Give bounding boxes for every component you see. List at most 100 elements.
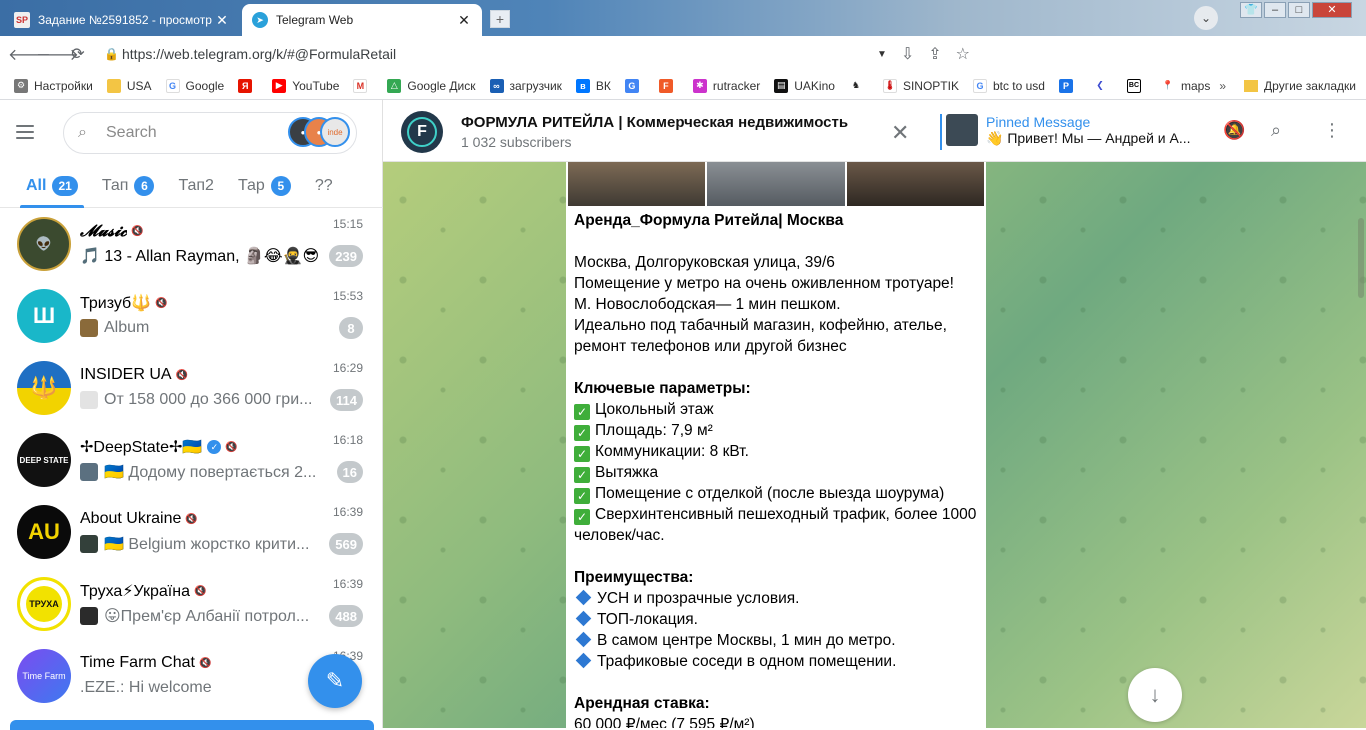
bookmark-usa[interactable]: USA bbox=[106, 78, 152, 93]
new-message-button[interactable]: ✎ bbox=[308, 654, 362, 708]
chat-name: About Ukraine bbox=[80, 510, 182, 527]
gmail-icon: M bbox=[353, 78, 368, 93]
dropdown-icon[interactable]: ▼ bbox=[877, 49, 887, 60]
bookmark-chess[interactable]: ♞ bbox=[848, 78, 869, 93]
mute-bell-icon[interactable]: 🔕 bbox=[1223, 120, 1245, 141]
bookmark-google[interactable]: G Google bbox=[165, 78, 224, 93]
new-tab-button[interactable]: + bbox=[490, 10, 510, 28]
close-window-button[interactable]: ✕ bbox=[1312, 2, 1352, 18]
avatar: ТРУХА bbox=[17, 577, 71, 631]
photo-thumbnail[interactable] bbox=[846, 162, 984, 206]
photo-album[interactable] bbox=[566, 162, 986, 206]
search-icon[interactable]: ⌕ bbox=[1271, 120, 1281, 141]
tab-badge: 6 bbox=[134, 175, 155, 196]
more-bookmarks-button[interactable]: » bbox=[1219, 79, 1226, 93]
check-icon: ✓ bbox=[574, 467, 590, 483]
bookmark-bc[interactable]: BC bbox=[1126, 78, 1147, 93]
story-avatar[interactable]: inde bbox=[320, 117, 350, 147]
drive-icon: △ bbox=[387, 78, 402, 93]
tab-tar[interactable]: Тар 5 bbox=[238, 164, 291, 208]
scroll-down-button[interactable]: ↓ bbox=[1128, 668, 1182, 722]
bookmark-uakino[interactable]: ▤ UAKino bbox=[774, 78, 835, 93]
chat-name: INSIDER UA bbox=[80, 366, 172, 383]
install-icon[interactable]: ⇩ bbox=[901, 44, 914, 64]
close-tab-icon[interactable]: ✕ bbox=[214, 12, 230, 29]
unread-badge: 488 bbox=[329, 605, 363, 627]
chat-item-music[interactable]: 👽 𝓜𝓾𝓼𝓲𝓬 🔇 🎵 13 - Allan Rayman, 🗿😂🥷😎 239 15… bbox=[0, 208, 383, 280]
chat-item-trukha[interactable]: ТРУХА Труха⚡Україна 🔇 😛Прем'єр Албанії по… bbox=[0, 568, 383, 640]
address-bar[interactable]: 🔒 https://web.telegram.org/k/#@FormulaRe… bbox=[104, 40, 970, 68]
maximize-button[interactable]: □ bbox=[1288, 2, 1310, 18]
bookmark-vk[interactable]: в ВК bbox=[575, 78, 611, 93]
search-input[interactable]: ⌕ Search ● ● inde bbox=[63, 112, 357, 154]
tshirt-icon[interactable]: 👕 bbox=[1240, 2, 1262, 18]
photo-thumbnail[interactable] bbox=[568, 162, 706, 206]
telegram-app: ⌕ Search ● ● inde All 21 Тап 6 Тап2 Тар 5 ?… bbox=[0, 100, 1366, 730]
minimize-button[interactable]: – bbox=[1264, 2, 1286, 18]
reload-icon[interactable]: ⟳ bbox=[64, 44, 92, 64]
bookmark-btc[interactable]: Gbtc to usd bbox=[972, 78, 1045, 93]
bookmark-arrow[interactable]: ❮ bbox=[1092, 78, 1113, 93]
bookmark-sinoptik[interactable]: 🌡 SINOPTIK bbox=[882, 78, 959, 93]
tab-tap2[interactable]: Тап2 bbox=[178, 164, 214, 208]
tab-unknown[interactable]: ?? bbox=[315, 164, 333, 208]
chat-area: F ФОРМУЛА РИТЕЙЛА | Коммерческая недвижи… bbox=[383, 100, 1366, 728]
photo-thumbnail[interactable] bbox=[707, 162, 845, 206]
bookmark-youtube[interactable]: ▶ YouTube bbox=[272, 78, 339, 93]
more-icon[interactable]: ⋮ bbox=[1323, 120, 1341, 141]
message-address: Москва, Долгоруковская улица, 39/6 bbox=[574, 254, 835, 271]
bookmark-maps[interactable]: 📍 maps bbox=[1160, 78, 1210, 93]
chat-name: 𝓜𝓾𝓼𝓲𝓬 bbox=[80, 221, 128, 240]
tab-all[interactable]: All 21 bbox=[20, 164, 84, 208]
muted-icon: 🔇 bbox=[225, 441, 238, 453]
close-icon[interactable]: ✕ bbox=[891, 120, 909, 146]
chat-name: Time Farm Chat bbox=[80, 654, 195, 671]
browser-tab-strip: SP Задание №2591852 - просмотр за ✕ ➤ Te… bbox=[0, 0, 1366, 36]
scrollbar[interactable] bbox=[1358, 218, 1364, 298]
chat-item-insider-ua[interactable]: 🔱 INSIDER UA 🔇 От 158 000 до 366 000 гри.… bbox=[0, 352, 383, 424]
document-thumb bbox=[80, 391, 98, 409]
pinned-message[interactable]: Pinned Message 👋 Привет! Мы — Андрей и А… bbox=[940, 114, 1191, 150]
channel-avatar[interactable]: F bbox=[401, 111, 443, 153]
channel-title[interactable]: ФОРМУЛА РИТЕЙЛА | Коммерческая недвижимо… bbox=[461, 114, 848, 131]
bookmark-downloader[interactable]: ∞ загрузчик bbox=[489, 78, 562, 93]
bookmark-settings[interactable]: ⚙ Настройки bbox=[14, 78, 93, 93]
bookmark-gmail[interactable]: M bbox=[353, 78, 373, 93]
chat-time: 16:29 bbox=[332, 361, 363, 375]
bookmark-translate[interactable]: G bbox=[624, 78, 645, 93]
bookmark-google-drive[interactable]: △ Google Диск bbox=[387, 78, 476, 93]
vk-icon: в bbox=[575, 78, 590, 93]
close-tab-icon[interactable]: ✕ bbox=[456, 12, 472, 29]
message-bubble: Аренда_Формула Ритейла| Москва Москва, Д… bbox=[566, 162, 986, 728]
bookmarks-bar: ⚙ Настройки USA G Google Я ▶ YouTube M △ Goo… bbox=[0, 72, 1366, 100]
chat-item-deepstate[interactable]: DEEP STATE ✢DeepState✢🇺🇦 ✓ 🔇 🇺🇦 Додому пов… bbox=[0, 424, 383, 496]
bookmark-f[interactable]: F bbox=[658, 78, 679, 93]
params-title: Ключевые параметры: bbox=[574, 380, 751, 397]
chat-name: Тризуб🔱 bbox=[80, 295, 152, 312]
tab-title: Telegram Web bbox=[276, 13, 354, 27]
back-icon[interactable]: 🡐 bbox=[8, 44, 51, 65]
photo-thumb bbox=[80, 535, 98, 553]
tab-tap[interactable]: Тап 6 bbox=[102, 164, 155, 208]
folder-icon bbox=[106, 78, 121, 93]
bookmark-p[interactable]: P bbox=[1058, 78, 1079, 93]
browser-tab-telegram[interactable]: ➤ Telegram Web ✕ bbox=[242, 4, 482, 36]
pencil-icon: ✎ bbox=[325, 668, 345, 693]
subscriber-count: 1 032 subscribers bbox=[461, 134, 572, 150]
param-item: ✓ Коммуникации: 8 кВт. bbox=[574, 441, 978, 462]
other-bookmarks[interactable]: Другие закладки bbox=[1264, 79, 1356, 93]
forward-icon[interactable]: 🡒 bbox=[36, 44, 79, 65]
browser-tab-task[interactable]: SP Задание №2591852 - просмотр за ✕ bbox=[4, 4, 240, 36]
chat-item-tryzub[interactable]: Ш Тризуб🔱 🔇 Album 8 15:53 bbox=[0, 280, 383, 352]
bookmark-rutracker[interactable]: ✱ rutracker bbox=[692, 78, 760, 93]
chat-item-about-ukraine[interactable]: AU About Ukraine 🔇 🇺🇦 Belgium жорстко кри… bbox=[0, 496, 383, 568]
bookmark-yandex[interactable]: Я bbox=[238, 78, 258, 93]
chat-time: 16:18 bbox=[332, 433, 363, 447]
avatar: Time Farm bbox=[17, 649, 71, 703]
profile-dropdown-icon[interactable]: ⌄ bbox=[1194, 6, 1218, 30]
share-icon[interactable]: ⇪ bbox=[928, 44, 941, 64]
url-text[interactable]: https://web.telegram.org/k/#@FormulaReta… bbox=[122, 46, 877, 62]
advantage-item: Трафиковые соседи в одном помещении. bbox=[574, 651, 978, 672]
hamburger-menu-icon[interactable] bbox=[16, 112, 56, 152]
bookmark-star-icon[interactable]: ☆ bbox=[956, 44, 970, 64]
